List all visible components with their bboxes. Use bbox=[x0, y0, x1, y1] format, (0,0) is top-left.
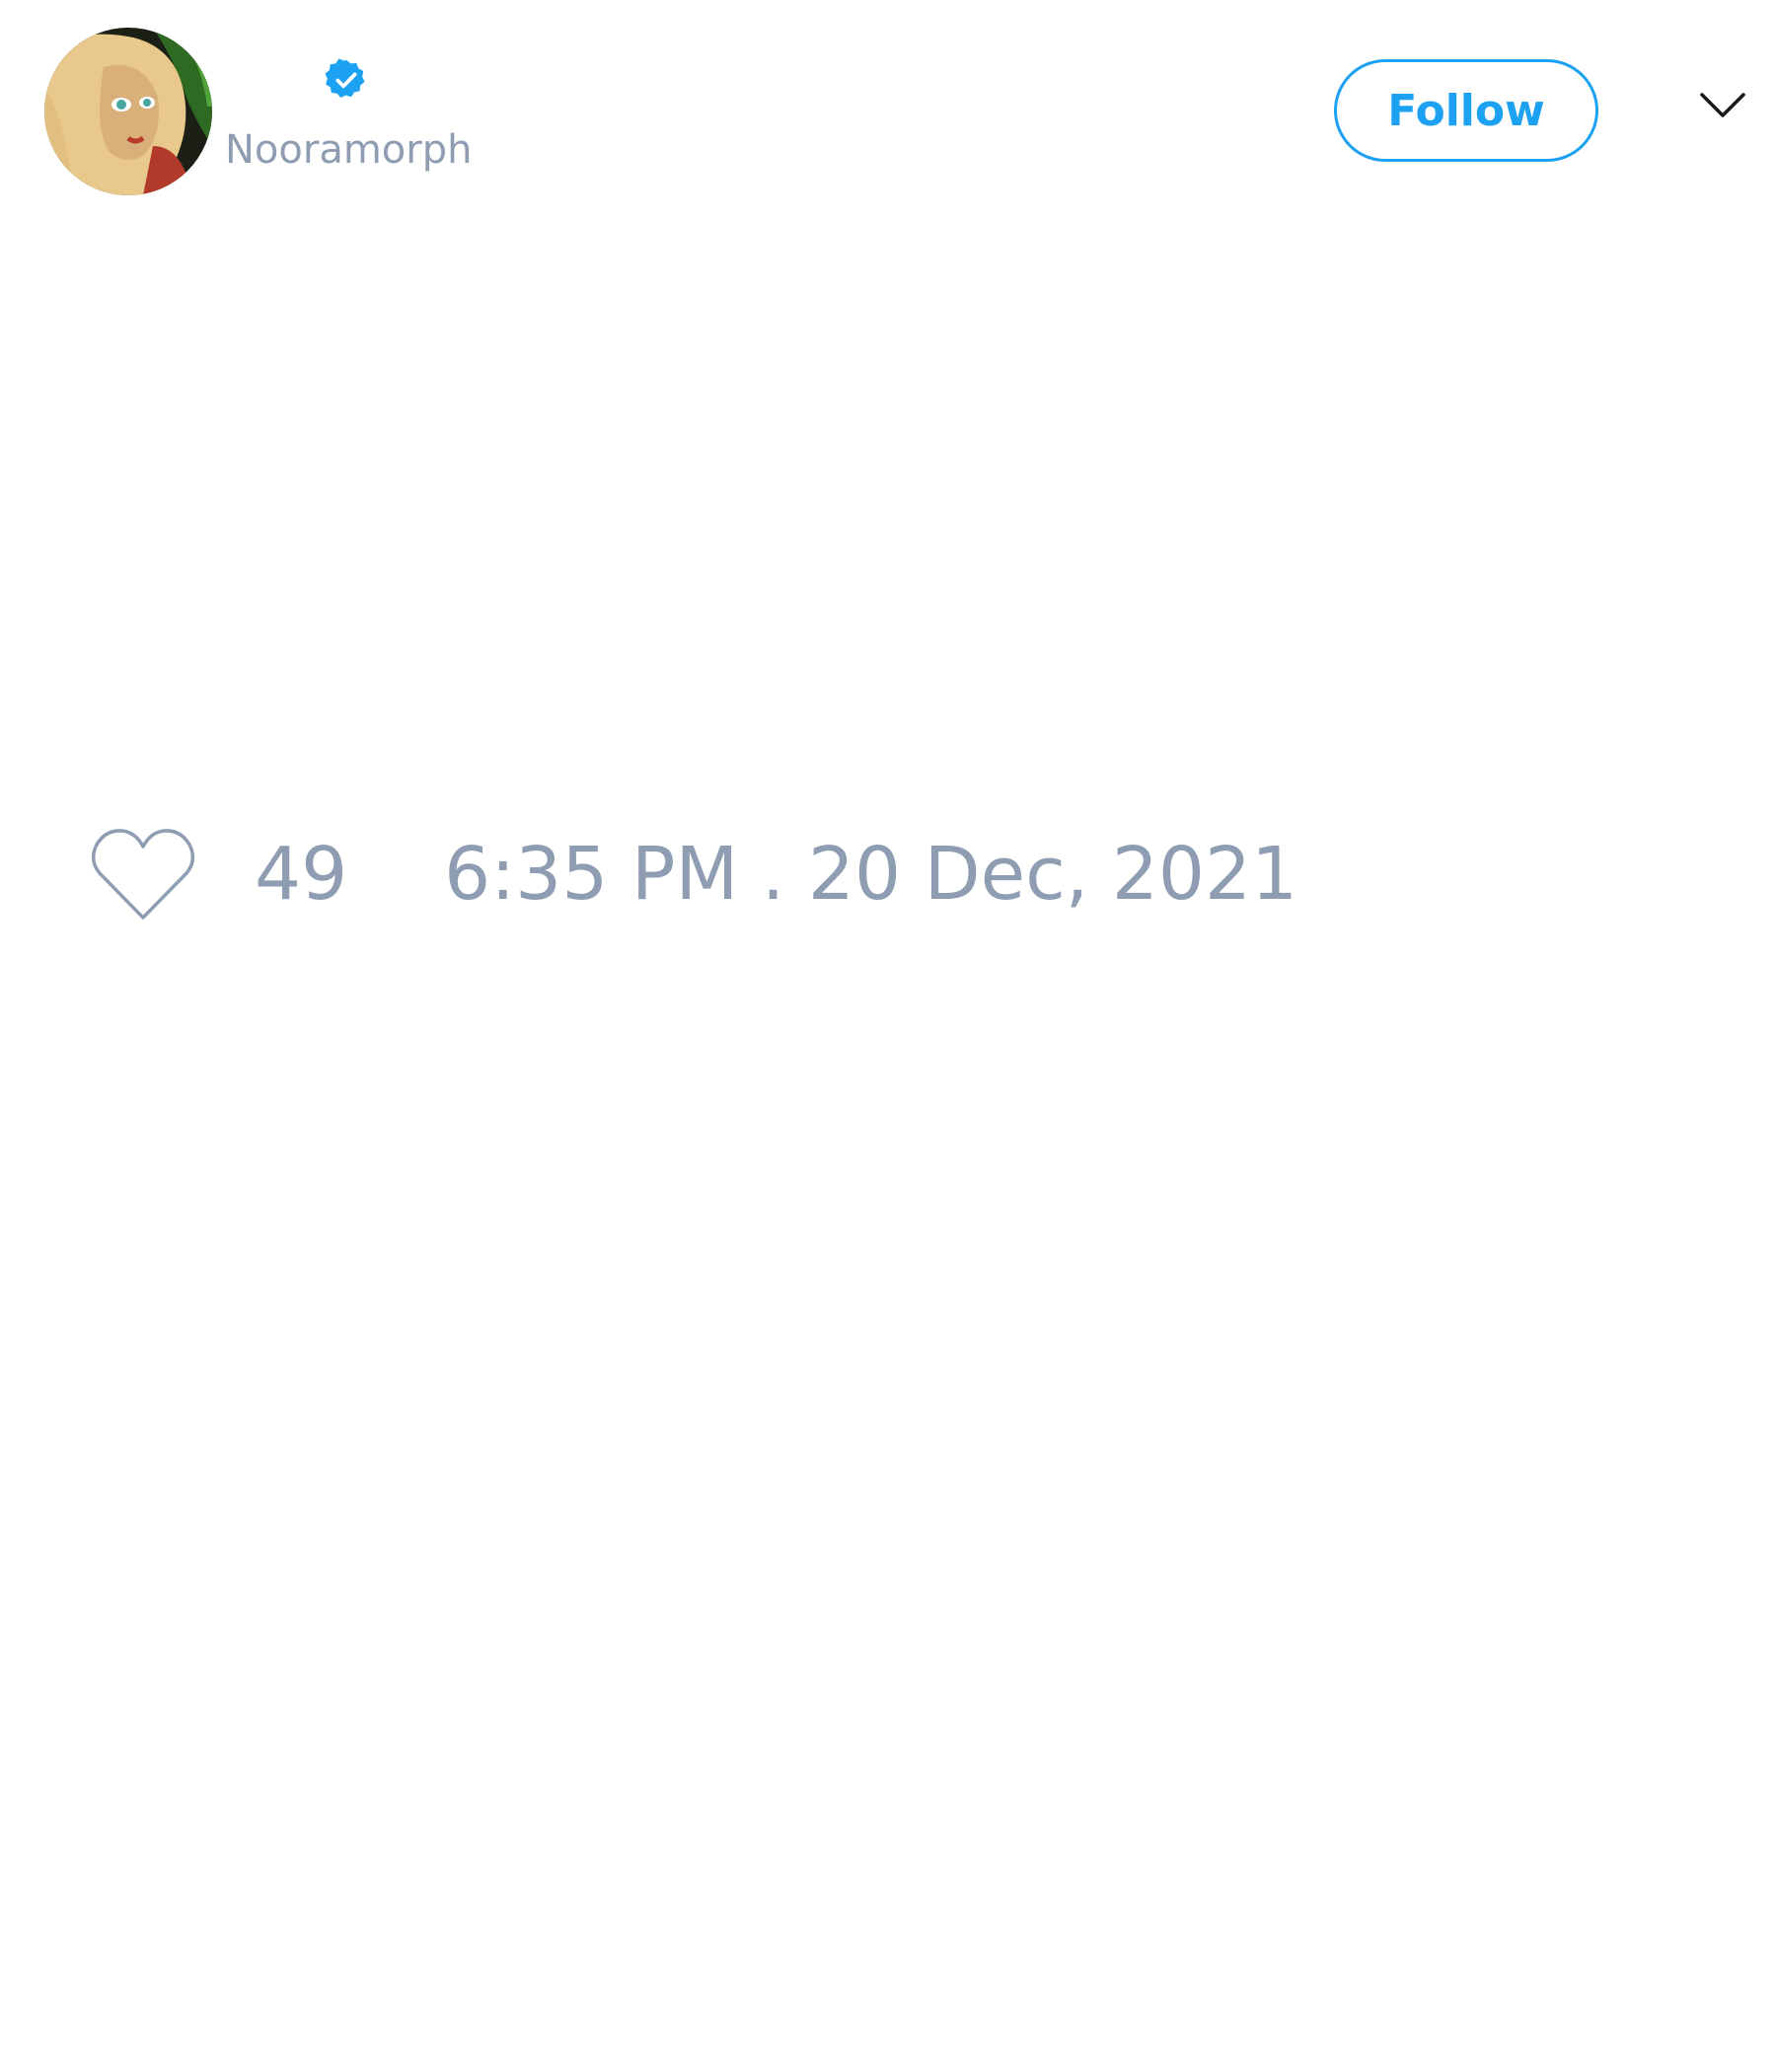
like-count: 49 bbox=[255, 832, 348, 917]
chevron-down-icon[interactable] bbox=[1699, 91, 1746, 120]
follow-button[interactable]: Follow bbox=[1334, 59, 1598, 162]
avatar-image bbox=[44, 28, 212, 195]
tweet-stats: 49 6:35 PM . 20 Dec, 2021 bbox=[91, 825, 1297, 924]
tweet-card: Nooramorph Follow 49 6:35 PM . 20 Dec, 2… bbox=[0, 0, 1776, 2072]
verified-badge-icon bbox=[325, 58, 365, 99]
heart-outline-icon[interactable] bbox=[91, 827, 195, 922]
tweet-timestamp[interactable]: 6:35 PM . 20 Dec, 2021 bbox=[444, 832, 1297, 917]
avatar[interactable] bbox=[44, 28, 212, 195]
username[interactable]: Nooramorph bbox=[225, 126, 472, 174]
